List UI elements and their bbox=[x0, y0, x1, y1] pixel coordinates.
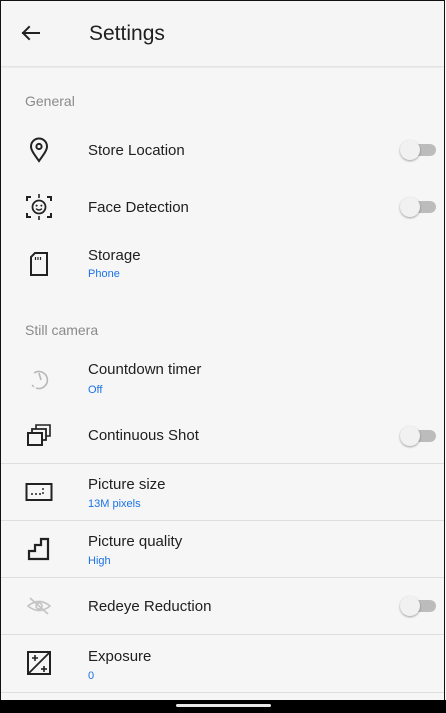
settings-screen: Settings General Store Location Face Det… bbox=[0, 0, 445, 713]
page-title: Settings bbox=[89, 22, 165, 45]
continuous-shot-switch[interactable] bbox=[400, 426, 436, 446]
burst-icon bbox=[25, 421, 53, 449]
switch-thumb bbox=[400, 197, 420, 217]
setting-storage[interactable]: Storage Phone bbox=[1, 236, 444, 294]
switch-thumb bbox=[400, 140, 420, 160]
arrow-left-icon[interactable] bbox=[17, 19, 45, 47]
face-detection-switch[interactable] bbox=[400, 197, 436, 217]
timer-icon bbox=[25, 365, 53, 393]
picture-quality-value: High bbox=[88, 555, 111, 567]
exposure-label: Exposure bbox=[88, 648, 152, 665]
redeye-reduction-switch[interactable] bbox=[400, 596, 436, 616]
face-detection-label: Face Detection bbox=[88, 199, 189, 216]
exposure-icon bbox=[25, 649, 53, 677]
section-header-general: General bbox=[25, 93, 75, 109]
setting-picture-size[interactable]: Picture size 13M pixels bbox=[1, 464, 444, 521]
app-bar: Settings bbox=[1, 0, 444, 66]
countdown-timer-label: Countdown timer bbox=[88, 361, 202, 378]
setting-picture-quality[interactable]: Picture quality High bbox=[1, 521, 444, 578]
system-navigation-bar bbox=[0, 700, 446, 713]
switch-thumb bbox=[400, 426, 420, 446]
switch-thumb bbox=[400, 596, 420, 616]
exposure-value: 0 bbox=[88, 670, 95, 682]
sd-card-icon bbox=[25, 250, 53, 278]
storage-label: Storage bbox=[88, 247, 141, 264]
section-header-still-camera: Still camera bbox=[25, 322, 99, 338]
redeye-off-icon bbox=[25, 592, 53, 620]
face-detection-icon bbox=[25, 193, 53, 221]
picture-size-label: Picture size bbox=[88, 476, 166, 493]
store-location-switch[interactable] bbox=[400, 140, 436, 160]
countdown-timer-value: Off bbox=[88, 384, 103, 396]
continuous-shot-label: Continuous Shot bbox=[88, 427, 199, 444]
setting-continuous-shot[interactable]: Continuous Shot bbox=[1, 407, 444, 464]
picture-size-icon bbox=[25, 478, 53, 506]
setting-face-detection[interactable]: Face Detection bbox=[1, 179, 444, 236]
quality-steps-icon bbox=[25, 535, 53, 563]
picture-quality-label: Picture quality bbox=[88, 533, 183, 550]
location-pin-icon bbox=[25, 136, 53, 164]
setting-countdown-timer[interactable]: Countdown timer Off bbox=[1, 351, 444, 407]
storage-value: Phone bbox=[88, 268, 120, 280]
setting-exposure[interactable]: Exposure 0 bbox=[1, 635, 444, 693]
redeye-reduction-label: Redeye Reduction bbox=[88, 598, 212, 615]
home-gesture-handle[interactable] bbox=[176, 704, 271, 707]
store-location-label: Store Location bbox=[88, 142, 185, 159]
setting-redeye-reduction[interactable]: Redeye Reduction bbox=[1, 578, 444, 635]
setting-store-location[interactable]: Store Location bbox=[1, 121, 444, 179]
picture-size-value: 13M pixels bbox=[88, 498, 141, 510]
